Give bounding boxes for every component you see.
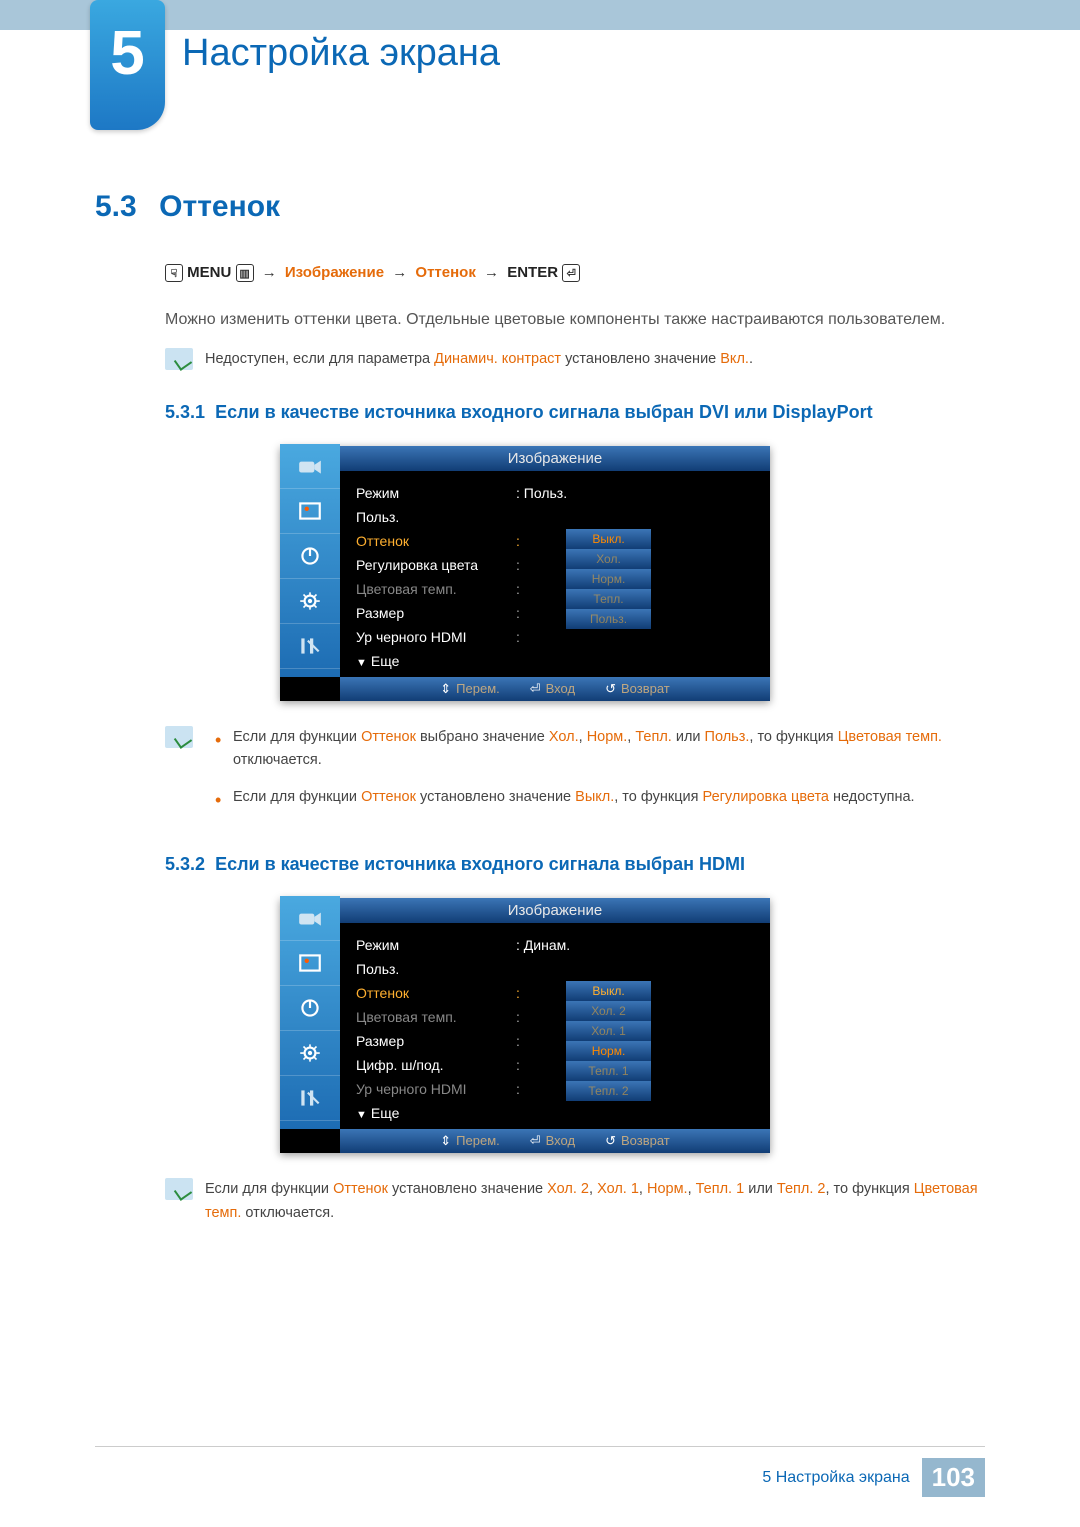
menu-icon: ▥ (236, 264, 254, 282)
osd1-label-mode[interactable]: Режим (356, 481, 516, 505)
osd2-label-hdmi: Ур черного HDMI (356, 1077, 516, 1101)
gear-icon[interactable] (280, 1031, 340, 1076)
page-number: 103 (922, 1458, 985, 1497)
osd-footer: Перем. Вход Возврат (340, 1129, 770, 1153)
osd1-label-user[interactable]: Польз. (356, 505, 516, 529)
osd2-opt-cold2[interactable]: Хол. 2 (566, 1001, 651, 1021)
osd2-value-mode: : Динам. (516, 933, 566, 957)
camera-icon[interactable] (280, 444, 340, 489)
nav-path: ☟ MENU ▥ → Изображение → Оттенок → ENTER… (165, 264, 985, 282)
osd2-title: Изображение (340, 898, 770, 923)
gear-icon[interactable] (280, 579, 340, 624)
osd2-label-colortemp: Цветовая темп. (356, 1005, 516, 1029)
tools-icon[interactable] (280, 624, 340, 669)
subheading-532: 5.3.2 Если в качестве источника входного… (165, 851, 985, 878)
osd2-more[interactable]: Еще (356, 1101, 516, 1125)
dial-icon[interactable] (280, 534, 340, 579)
osd2-opt-cold1[interactable]: Хол. 1 (566, 1021, 651, 1041)
osd2-opt-norm[interactable]: Норм. (566, 1041, 651, 1061)
section-number: 5.3 (95, 190, 137, 223)
footer-enter[interactable]: Вход (530, 1133, 575, 1149)
osd-sidebar (280, 444, 340, 677)
osd1-value-mode: : Польз. (516, 481, 566, 505)
osd2-opt-warm2[interactable]: Тепл. 2 (566, 1081, 651, 1101)
footer-move[interactable]: Перем. (440, 1133, 500, 1149)
note-unavailable: Недоступен, если для параметра Динамич. … (165, 348, 985, 371)
hand-icon: ☟ (165, 264, 183, 282)
intro-text: Можно изменить оттенки цвета. Отдельные … (165, 307, 985, 333)
note-icon (165, 726, 193, 748)
osd2-label-mode[interactable]: Режим (356, 933, 516, 957)
osd1-opt-norm[interactable]: Норм. (566, 569, 651, 589)
enter-icon: ⏎ (562, 264, 580, 282)
dial-icon[interactable] (280, 986, 340, 1031)
bullet-1: Если для функции Оттенок выбрано значени… (215, 726, 985, 772)
osd1-label-hdmi[interactable]: Ур черного HDMI (356, 625, 516, 649)
osd-panel-1: Изображение Режим Польз. Оттенок (280, 446, 770, 701)
chapter-number-badge: 5 (90, 0, 165, 130)
osd2-label-nr[interactable]: Цифр. ш/под. (356, 1053, 516, 1077)
osd2-label-tint[interactable]: Оттенок (356, 981, 516, 1005)
footer-enter[interactable]: Вход (530, 681, 575, 697)
bullet-2: Если для функции Оттенок установлено зна… (215, 786, 985, 809)
osd2-opt-warm1[interactable]: Тепл. 1 (566, 1061, 651, 1081)
footer-chapter-label: 5 Настройка экрана (762, 1469, 909, 1487)
osd-footer: Перем. Вход Возврат (340, 677, 770, 701)
divider (95, 1446, 985, 1447)
camera-icon[interactable] (280, 896, 340, 941)
osd1-label-colortemp: Цветовая темп. (356, 577, 516, 601)
osd1-label-size[interactable]: Размер (356, 601, 516, 625)
picture-icon[interactable] (280, 941, 340, 986)
note-block-2: Если для функции Оттенок выбрано значени… (165, 726, 985, 824)
note-icon (165, 1178, 193, 1200)
note-icon (165, 348, 193, 370)
osd2-opt-off[interactable]: Выкл. (566, 981, 651, 1001)
chapter-title: Настройка экрана (182, 32, 500, 75)
section-title: Оттенок (159, 190, 280, 223)
footer-move[interactable]: Перем. (440, 681, 500, 697)
osd2-label-size[interactable]: Размер (356, 1029, 516, 1053)
note-block-3: Если для функции Оттенок установлено зна… (165, 1178, 985, 1224)
osd1-opt-cold[interactable]: Хол. (566, 549, 651, 569)
osd1-label-coloradj[interactable]: Регулировка цвета (356, 553, 516, 577)
osd-panel-2: Изображение Режим Польз. Оттенок (280, 898, 770, 1153)
footer-return[interactable]: Возврат (605, 1133, 670, 1149)
picture-icon[interactable] (280, 489, 340, 534)
osd1-more[interactable]: Еще (356, 649, 516, 673)
osd1-opt-off[interactable]: Выкл. (566, 529, 651, 549)
osd1-opt-user[interactable]: Польз. (566, 609, 651, 629)
osd1-label-tint[interactable]: Оттенок (356, 529, 516, 553)
osd-sidebar (280, 896, 340, 1129)
osd1-title: Изображение (340, 446, 770, 471)
footer-return[interactable]: Возврат (605, 681, 670, 697)
osd2-label-user[interactable]: Польз. (356, 957, 516, 981)
subheading-531: 5.3.1 Если в качестве источника входного… (165, 399, 985, 426)
tools-icon[interactable] (280, 1076, 340, 1121)
osd1-opt-warm[interactable]: Тепл. (566, 589, 651, 609)
